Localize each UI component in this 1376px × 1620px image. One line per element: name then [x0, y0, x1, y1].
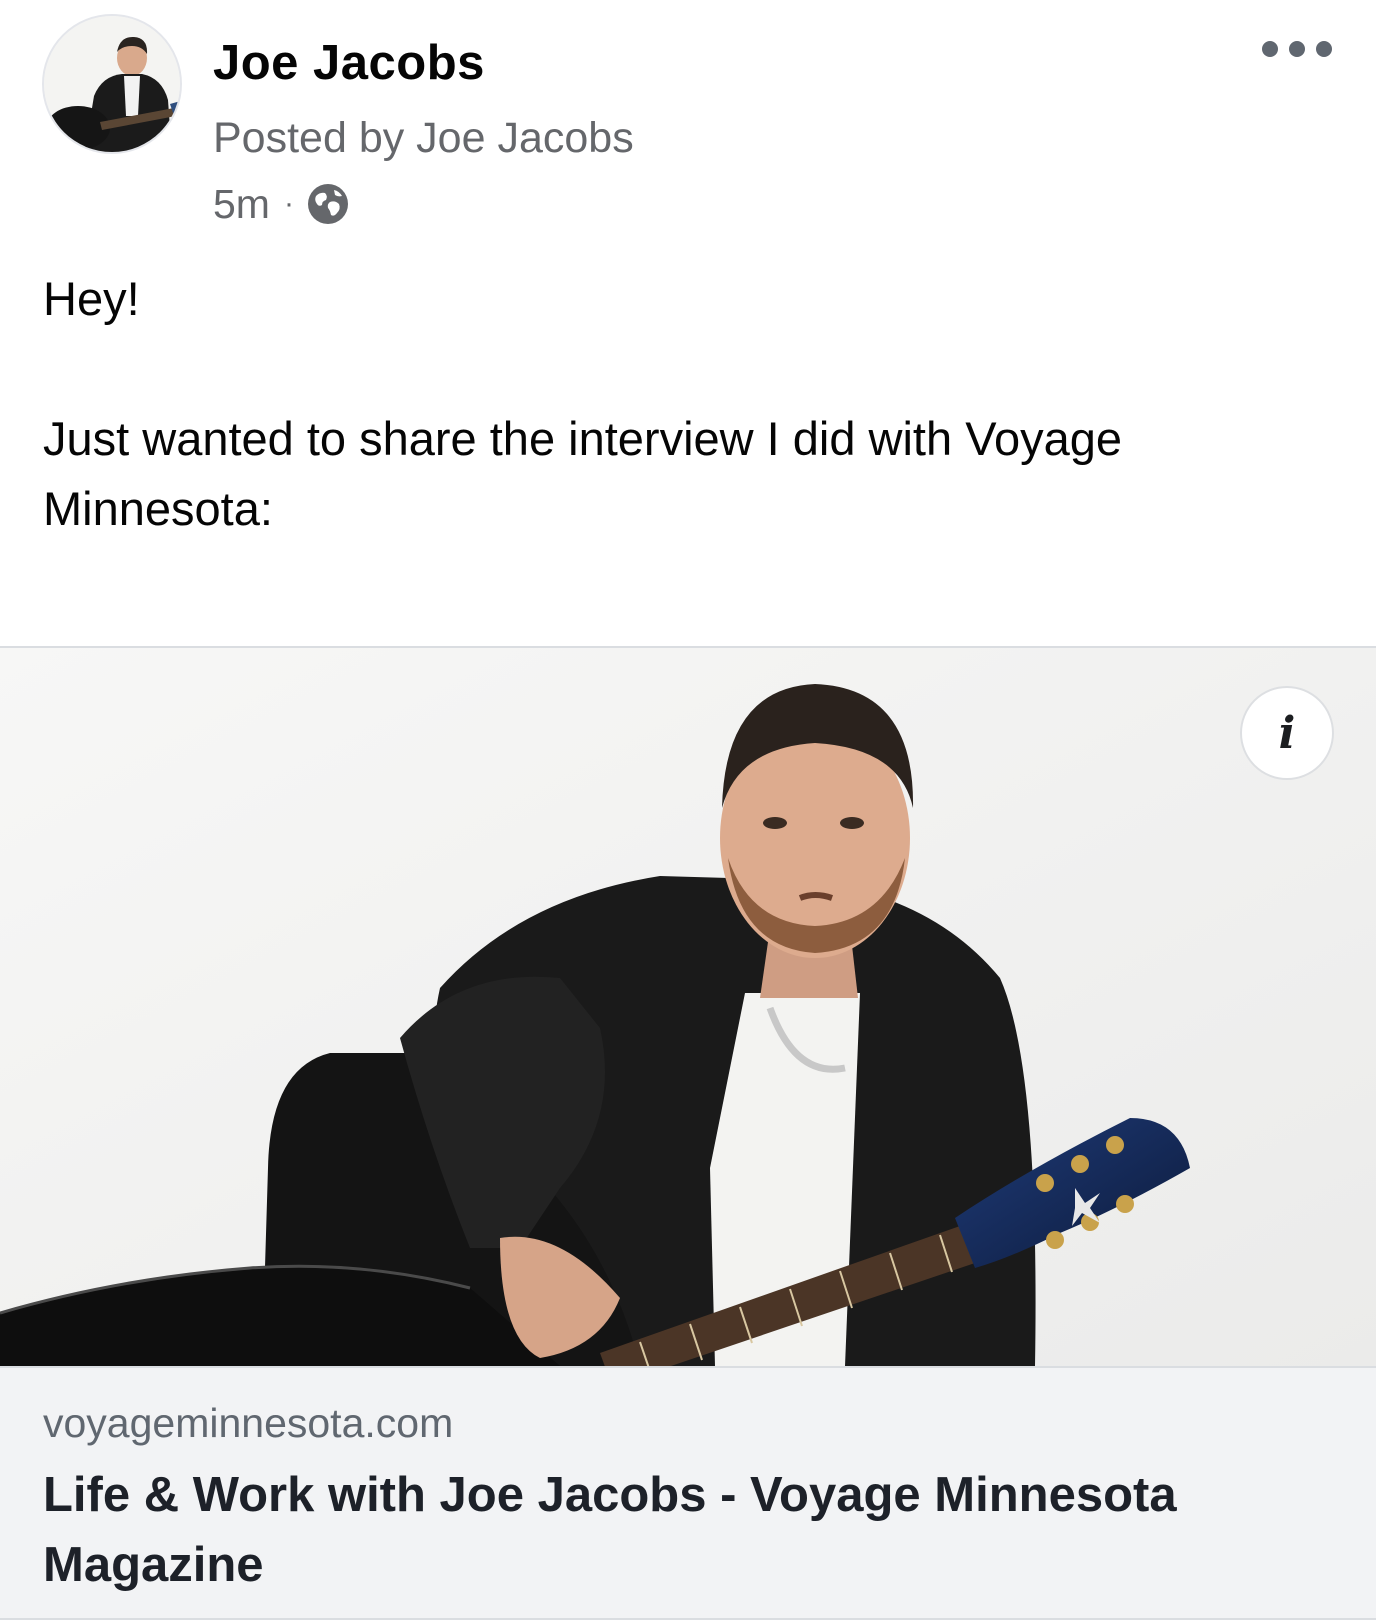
post-timestamp[interactable]: 5m — [213, 181, 270, 228]
author-name[interactable]: Joe Jacobs — [213, 33, 485, 93]
more-dot — [1262, 41, 1278, 57]
link-title[interactable]: Life & Work with Joe Jacobs - Voyage Min… — [43, 1460, 1333, 1600]
posted-by-label: Posted by Joe Jacobs — [213, 114, 634, 162]
post-meta: 5m · — [213, 178, 350, 230]
more-options-button[interactable] — [1262, 34, 1332, 64]
info-button[interactable]: i — [1240, 686, 1334, 780]
globe-icon[interactable] — [306, 182, 350, 226]
link-domain: voyageminnesota.com — [43, 1400, 454, 1446]
avatar-photo — [44, 16, 180, 152]
link-preview-image[interactable]: i — [0, 648, 1376, 1366]
post-text-greeting: Hey! — [43, 272, 140, 325]
preview-photo — [0, 648, 1376, 1366]
info-icon: i — [1278, 707, 1296, 759]
more-dot — [1289, 41, 1305, 57]
link-preview-card[interactable]: i voyageminnesota.com Life & Work with J… — [0, 646, 1376, 1620]
post-message: Hey! Just wanted to share the interview … — [43, 264, 1343, 544]
link-preview-info[interactable]: voyageminnesota.com Life & Work with Joe… — [0, 1366, 1376, 1618]
post-text-body: Just wanted to share the interview I did… — [43, 412, 1123, 535]
more-dot — [1316, 41, 1332, 57]
meta-separator: · — [283, 187, 294, 220]
facebook-post: Joe Jacobs Posted by Joe Jacobs 5m · Hey… — [0, 0, 1376, 1620]
author-avatar[interactable] — [42, 14, 182, 154]
